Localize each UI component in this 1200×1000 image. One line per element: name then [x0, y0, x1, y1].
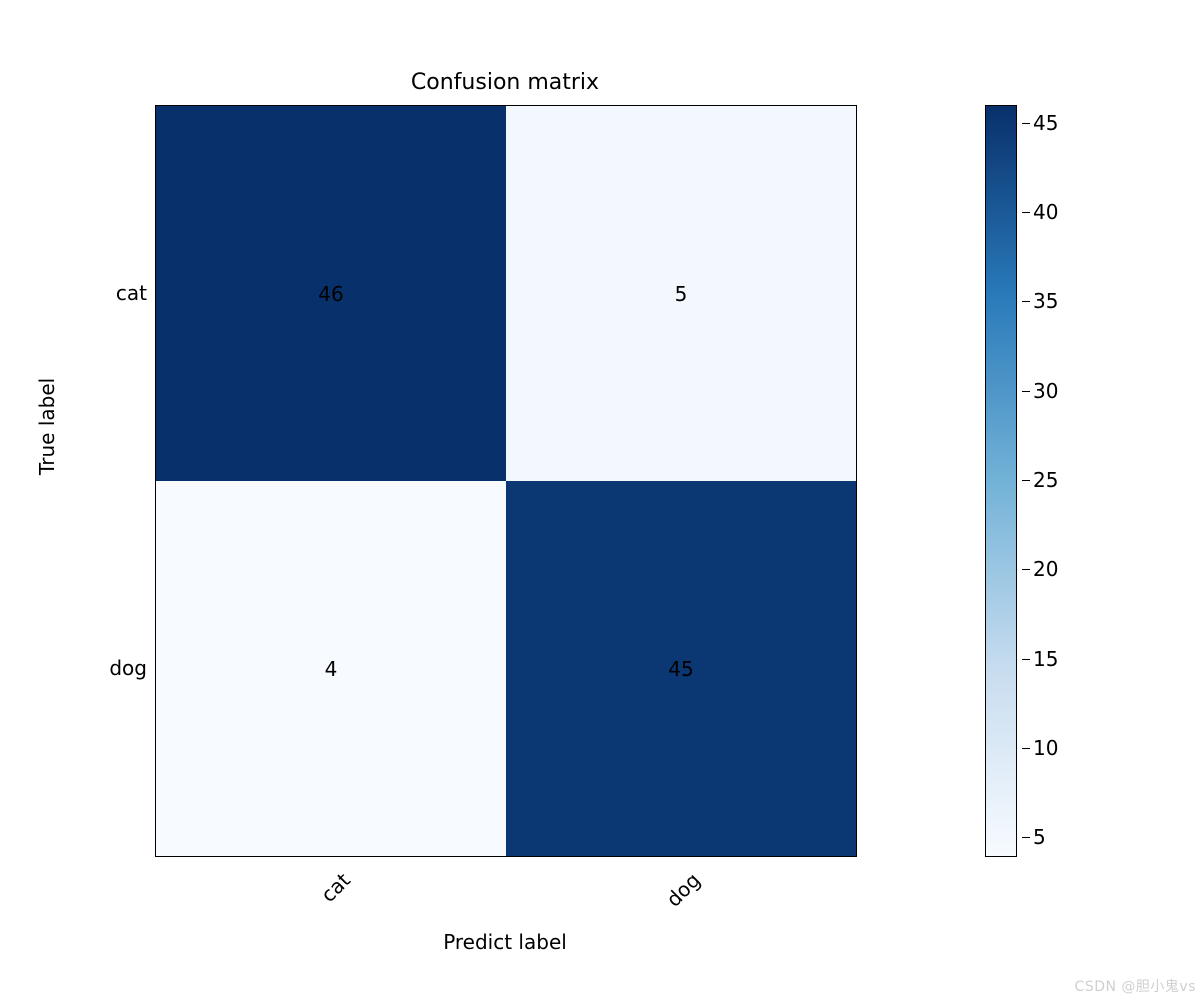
colorbar-tick-label: 35: [1033, 289, 1058, 313]
colorbar-tick: [1022, 123, 1030, 124]
colorbar-tick: [1022, 212, 1030, 213]
chart-title: Confusion matrix: [155, 70, 855, 95]
y-axis-label: True label: [35, 378, 59, 475]
y-tick-label: cat: [87, 281, 147, 305]
colorbar-tick-label: 25: [1033, 468, 1058, 492]
x-tick-label: cat: [316, 868, 355, 907]
colorbar-tick-label: 5: [1033, 825, 1046, 849]
x-axis-label: Predict label: [155, 930, 855, 954]
colorbar-tick: [1022, 301, 1030, 302]
colorbar-tick: [1022, 480, 1030, 481]
colorbar-gradient: [985, 105, 1017, 857]
colorbar-tick: [1022, 659, 1030, 660]
colorbar-tick-label: 45: [1033, 111, 1058, 135]
figure: Confusion matrix True label cat dog 46 5…: [0, 0, 1200, 1000]
colorbar-tick: [1022, 837, 1030, 838]
colorbar-tick-label: 10: [1033, 736, 1058, 760]
colorbar-tick-label: 20: [1033, 557, 1058, 581]
colorbar-tick: [1022, 391, 1030, 392]
matrix-cell-1-0: 4: [156, 481, 506, 856]
colorbar-tick-label: 30: [1033, 379, 1058, 403]
x-tick-label: dog: [661, 868, 705, 912]
matrix-cell-0-1: 5: [506, 106, 856, 481]
confusion-matrix-heatmap: 46 5 4 45: [155, 105, 857, 857]
colorbar-tick: [1022, 569, 1030, 570]
matrix-cell-1-1: 45: [506, 481, 856, 856]
matrix-cell-0-0: 46: [156, 106, 506, 481]
colorbar: [985, 105, 1015, 855]
colorbar-tick: [1022, 748, 1030, 749]
y-tick-label: dog: [87, 656, 147, 680]
colorbar-tick-label: 15: [1033, 647, 1058, 671]
colorbar-tick-label: 40: [1033, 200, 1058, 224]
watermark-text: CSDN @胆小鬼vs: [1075, 976, 1196, 996]
